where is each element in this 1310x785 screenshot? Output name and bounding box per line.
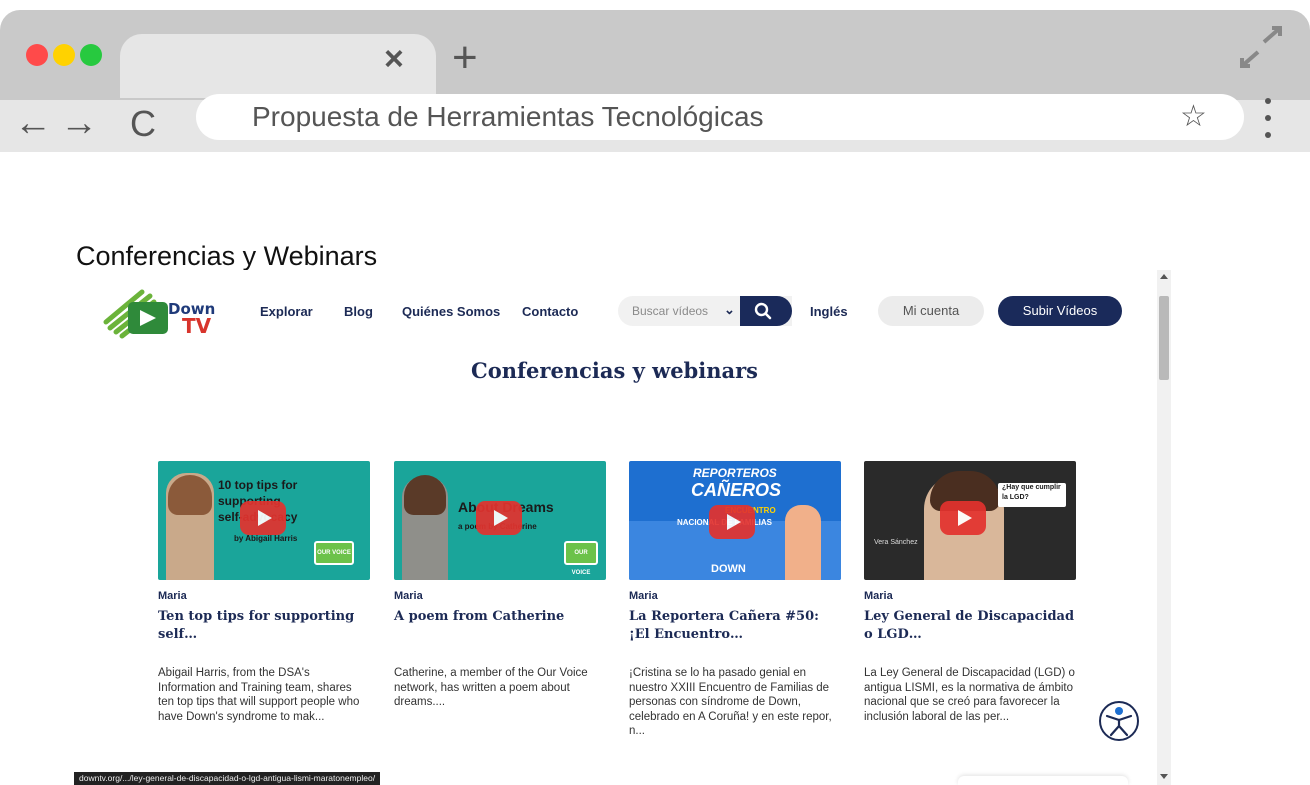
video-thumbnail[interactable]: ¿Hay que cumplir la LGD? Vera Sánchez — [864, 461, 1076, 580]
card-description: La Ley General de Discapacidad (LGD) o a… — [864, 667, 1075, 723]
our-voice-badge: OUR VOICE — [314, 541, 354, 565]
address-text[interactable]: Propuesta de Herramientas Tecnológicas — [252, 99, 764, 135]
language-link[interactable]: Inglés — [810, 304, 848, 319]
fullscreen-icon[interactable] — [1236, 24, 1286, 70]
card-description: Catherine, a member of the Our Voice net… — [394, 667, 588, 708]
play-icon[interactable] — [476, 501, 522, 535]
maximize-window-button[interactable] — [80, 44, 102, 66]
scroll-up-arrow-icon[interactable] — [1160, 274, 1168, 279]
nav-blog[interactable]: Blog — [344, 304, 373, 319]
browser-menu-icon[interactable] — [1262, 98, 1274, 138]
back-arrow-icon[interactable]: ← — [14, 104, 52, 142]
nav-explorar[interactable]: Explorar — [260, 304, 313, 319]
our-voice-badge: OUR VOICE — [564, 541, 598, 576]
person-hair — [168, 475, 212, 515]
close-window-button[interactable] — [26, 44, 48, 66]
search-button[interactable] — [740, 296, 792, 326]
card-description: Abigail Harris, from the DSA's Informati… — [158, 667, 360, 723]
floating-widget[interactable] — [958, 776, 1128, 785]
person-hair — [404, 475, 446, 515]
card-title[interactable]: A poem from Catherine — [394, 608, 606, 664]
video-card[interactable]: 10 top tips for supporting self-advocacy… — [158, 461, 370, 724]
scrollbar-thumb[interactable] — [1159, 296, 1169, 380]
card-title[interactable]: Ten top tips for supporting self… — [158, 608, 370, 664]
video-thumbnail[interactable]: REPORTEROS CAÑEROS ENCUENTRO NACIONAL DE… — [629, 461, 841, 580]
play-icon[interactable] — [240, 501, 286, 535]
nav-contacto[interactable]: Contacto — [522, 304, 578, 319]
search-placeholder[interactable]: Buscar vídeos — [632, 304, 708, 318]
status-bar-url: downtv.org/.../ley-general-de-discapacid… — [74, 772, 381, 785]
nav-quienes-somos[interactable]: Quiénes Somos — [402, 304, 500, 319]
card-author[interactable]: Maria — [158, 590, 370, 602]
card-author[interactable]: Maria — [394, 590, 606, 602]
video-thumbnail[interactable]: About Dreams a poem by Catherine OUR VOI… — [394, 461, 606, 580]
reload-icon[interactable]: C — [130, 106, 156, 142]
video-card[interactable]: About Dreams a poem by Catherine OUR VOI… — [394, 461, 606, 710]
chevron-down-icon[interactable]: ⌄ — [724, 302, 735, 318]
card-author[interactable]: Maria — [629, 590, 841, 602]
close-tab-icon[interactable]: × — [384, 42, 404, 76]
card-author[interactable]: Maria — [864, 590, 1076, 602]
card-description: ¡Cristina se lo ha pasado genial en nues… — [629, 667, 832, 737]
thumb-line: la LGD? — [1002, 494, 1029, 501]
video-card[interactable]: REPORTEROS CAÑEROS ENCUENTRO NACIONAL DE… — [629, 461, 841, 739]
bookmark-star-icon[interactable]: ☆ — [1180, 102, 1207, 132]
play-icon[interactable] — [709, 505, 755, 539]
search-icon — [754, 302, 772, 320]
website-viewport: Down TV Explorar Blog Quiénes Somos Cont… — [72, 270, 1157, 785]
section-heading: Conferencias y Webinars — [76, 241, 378, 271]
minimize-window-button[interactable] — [53, 44, 75, 66]
accessibility-icon[interactable] — [1098, 700, 1140, 742]
forward-arrow-icon[interactable]: → — [60, 104, 98, 142]
reporter-figure — [785, 505, 821, 580]
account-button[interactable]: Mi cuenta — [878, 296, 984, 326]
down-logo-text: DOWN — [711, 563, 746, 575]
thumb-line: CAÑEROS — [691, 480, 782, 500]
video-thumbnail[interactable]: 10 top tips for supporting self-advocacy… — [158, 461, 370, 580]
scroll-down-arrow-icon[interactable] — [1160, 774, 1168, 779]
thumb-line: ¿Hay que cumplir — [1002, 484, 1061, 491]
thumb-line: 10 top tips for — [218, 478, 298, 492]
logo-word-tv: TV — [182, 314, 212, 338]
video-card[interactable]: ¿Hay que cumplir la LGD? Vera Sánchez Ma… — [864, 461, 1076, 724]
upload-videos-button[interactable]: Subir Vídeos — [998, 296, 1122, 326]
play-icon[interactable] — [940, 501, 986, 535]
card-title[interactable]: Ley General de Discapacidad o LGD… — [864, 608, 1076, 664]
page-title: Conferencias y webinars — [471, 358, 758, 383]
new-tab-icon[interactable]: + — [452, 36, 478, 80]
thumb-line: Vera Sánchez — [874, 539, 918, 546]
card-title[interactable]: La Reportera Cañera #50: ¡El Encuentro… — [629, 608, 841, 664]
